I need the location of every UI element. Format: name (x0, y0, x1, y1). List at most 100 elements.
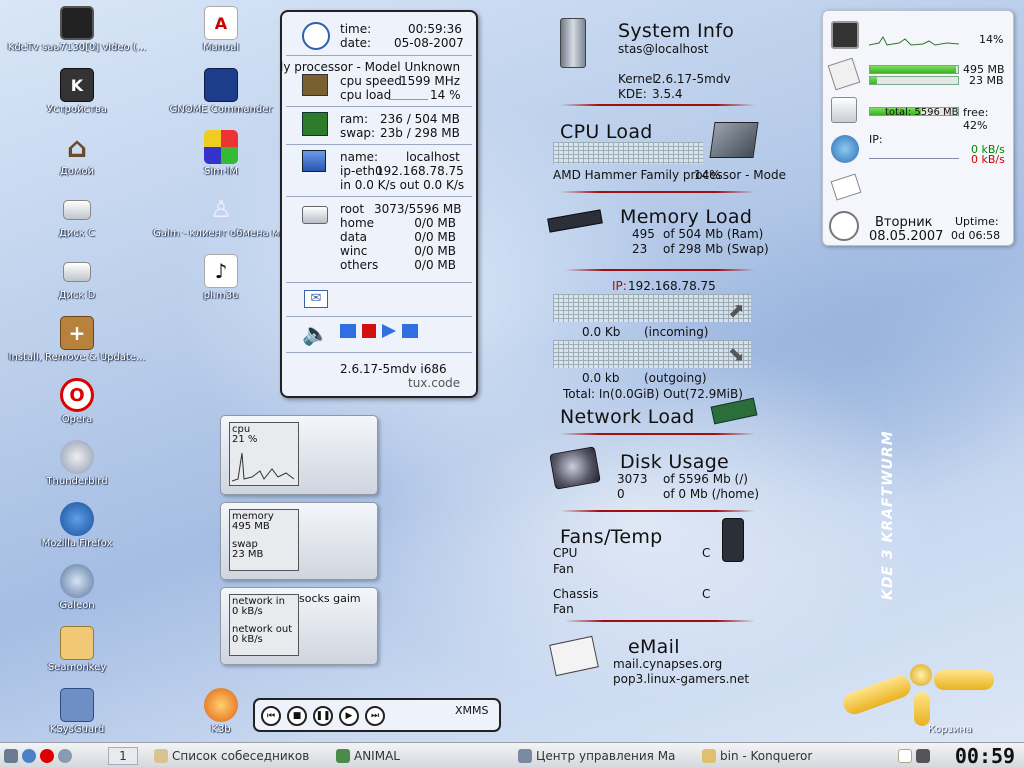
next-track-button[interactable] (402, 324, 418, 338)
mail-icon[interactable] (830, 173, 862, 201)
seamonkey-icon (60, 626, 94, 660)
cpu-load-graph (388, 91, 428, 100)
home-icon: ⌂ (66, 130, 88, 164)
memory-monitor-box: memory 495 MB swap 23 MB (220, 502, 378, 580)
divider (560, 191, 755, 193)
opera-icon: O (60, 378, 94, 412)
cpu-icon (831, 21, 859, 49)
hard-disk-icon (831, 97, 857, 123)
multimeter-icon (722, 518, 744, 562)
divider (565, 269, 755, 271)
desktop-icon-gnome-commander[interactable]: GNOME Commander (146, 68, 296, 115)
firefox-icon (60, 502, 94, 536)
hard-drive-icon (549, 446, 601, 490)
cpu-monitor-screen: cpu 21 % (229, 422, 299, 486)
previous-track-button[interactable] (340, 324, 356, 338)
memory-bar (869, 65, 959, 74)
task-control-center[interactable]: Центр управления Ма (518, 747, 698, 765)
gaim-icon (154, 749, 168, 763)
system-monitor-panel: 14% 495 MB 23 MB total: 5596 MB free: 42… (822, 10, 1014, 246)
desktop-icon-gaim[interactable]: ♙ Gaim - клиент обмена м... (146, 192, 296, 239)
control-center-icon (518, 749, 532, 763)
pdf-icon: A (204, 6, 238, 40)
server-tower-icon (560, 18, 586, 68)
desktop-pager[interactable]: 1 (108, 747, 138, 765)
desktop-icon-ksysguard[interactable]: KSysGuard (2, 688, 152, 735)
play-button[interactable]: ▶ (339, 706, 359, 726)
task-gaim-buddylist[interactable]: Список собеседников (154, 747, 329, 765)
desktop-icon-thunderbird[interactable]: Thunderbird (2, 440, 152, 487)
thunderbird-icon (60, 440, 94, 474)
konqueror-icon (702, 749, 716, 763)
klipper-icon[interactable] (898, 749, 912, 763)
xmms-player-widget: ⏮ ■ ❚❚ ▶ ⏭ XMMS (253, 698, 501, 732)
thunderbird-icon[interactable] (58, 749, 72, 763)
disk-icon (63, 262, 91, 282)
desktop-icon-disk-c[interactable]: Диск C (2, 192, 152, 239)
hard-disk-icon (302, 206, 328, 224)
stop-button[interactable] (362, 324, 376, 338)
next-button[interactable]: ⏭ (365, 706, 385, 726)
globe-icon (831, 135, 859, 163)
devices-icon: K (60, 68, 94, 102)
separator (286, 106, 472, 107)
desktop-icon-install[interactable]: + Install, Remove & Update... (2, 316, 152, 363)
package-icon: + (60, 316, 94, 350)
clock-icon (829, 211, 859, 241)
arrow-up-right-icon: ⬈ (728, 298, 745, 322)
simim-icon (204, 130, 238, 164)
kmenu-icon[interactable] (4, 749, 18, 763)
desktop-icon-sim-im[interactable]: Sim-IM (146, 130, 296, 177)
taskbar: 1 Список собеседников ANIMAL Центр управ… (0, 742, 1024, 768)
separator (286, 144, 472, 145)
ram-module-icon (302, 112, 328, 136)
music-note-icon: ♪ (204, 254, 238, 288)
pause-button[interactable]: ❚❚ (313, 706, 333, 726)
desktop-icon-disk-d[interactable]: Диск D (2, 254, 152, 301)
stop-button[interactable]: ■ (287, 706, 307, 726)
network-computer-icon (302, 150, 326, 172)
divider (560, 104, 755, 106)
galeon-icon (60, 564, 94, 598)
memory-stick-icon (547, 209, 603, 233)
desktop-icon-galeon[interactable]: Galeon (2, 564, 152, 611)
tux-code-widget: time: 00:59:36 date: 05-08-2007 ly proce… (280, 10, 478, 398)
cpu-history-graph (232, 452, 295, 482)
letters-icon (549, 635, 599, 677)
cpu-activity-graph (869, 36, 959, 46)
desktop-icon-manual[interactable]: A Manual (146, 6, 296, 53)
desktop-icon-home[interactable]: ⌂ Домой (2, 130, 152, 178)
animal-icon (336, 749, 350, 763)
separator (286, 316, 472, 317)
taskbar-clock[interactable]: 00:59 (952, 745, 1018, 767)
k3b-icon (204, 688, 238, 722)
speaker-icon: 🔈 (302, 322, 330, 347)
arrow-down-right-icon: ⬊ (728, 342, 745, 366)
cpu-monitor-box: cpu 21 % (220, 415, 378, 495)
trash-icon[interactable]: Корзина (838, 656, 1008, 736)
desktop-icon-devices[interactable]: K Устройства (2, 68, 152, 115)
divider (565, 620, 755, 622)
clock-icon (302, 22, 330, 50)
konqueror-icon[interactable] (22, 749, 36, 763)
mail-envelope-icon[interactable]: ✉ (304, 290, 328, 308)
task-konqueror[interactable]: bin - Konqueror (702, 747, 877, 765)
desktop-icon-playlist[interactable]: ♪ pl.m3u (146, 254, 296, 301)
network-incoming-graph (553, 294, 751, 322)
task-animal[interactable]: ANIMAL (336, 747, 511, 765)
memory-icon (827, 57, 861, 91)
desktop-icon-opera[interactable]: O Opera (2, 378, 152, 425)
desktop-icon-seamonkey[interactable]: Seamonkey (2, 626, 152, 673)
desktop-icon-firefox[interactable]: Mozilla Firefox (2, 502, 152, 549)
network-activity-graph (869, 149, 959, 159)
cpu-chip-icon (302, 74, 328, 96)
previous-button[interactable]: ⏮ (261, 706, 281, 726)
gaim-icon: ♙ (210, 195, 232, 223)
network-card-icon (710, 397, 758, 425)
desktop-icon-kdetv[interactable]: KdeTv saa7130[0] video (... (2, 6, 152, 53)
network-outgoing-graph (553, 340, 751, 368)
play-button[interactable] (382, 324, 396, 338)
floppy-icon (204, 68, 238, 102)
network-tray-icon[interactable] (916, 749, 930, 763)
opera-icon[interactable] (40, 749, 54, 763)
